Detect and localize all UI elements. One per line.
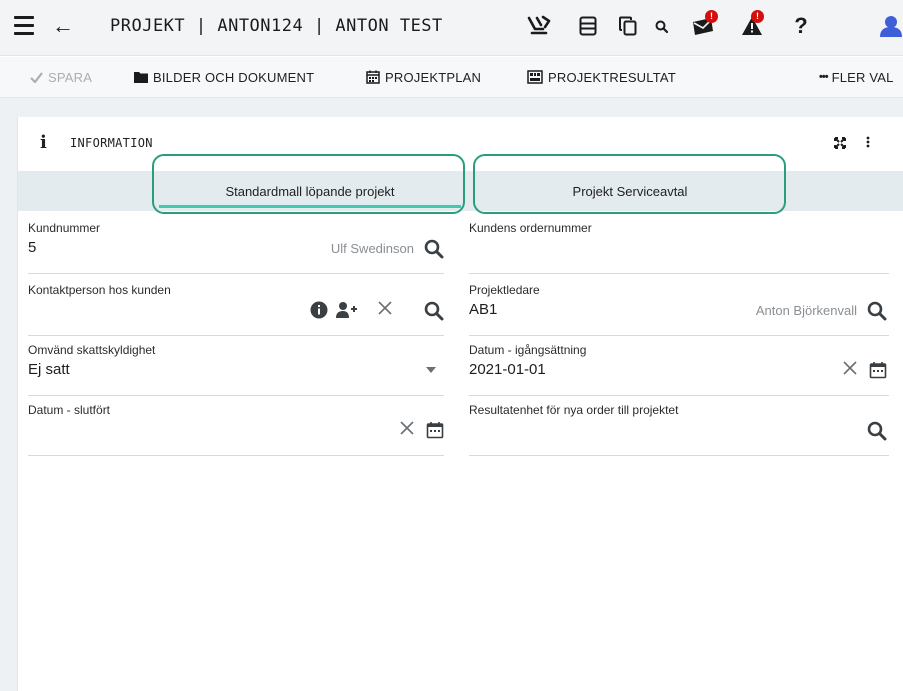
kundnummer-label: Kundnummer xyxy=(28,221,101,235)
omvand-skatt-field[interactable]: Omvänd skattskyldighet Ej satt xyxy=(28,343,444,396)
search-icon[interactable] xyxy=(424,239,444,259)
info-circle-icon[interactable] xyxy=(310,301,328,319)
help-icon[interactable]: ? xyxy=(792,12,810,40)
projektledare-label: Projektledare xyxy=(469,283,540,297)
projektledare-value: AB1 xyxy=(469,301,498,318)
expand-icon[interactable] xyxy=(834,136,846,154)
save-button[interactable]: SPARA xyxy=(30,67,92,87)
transfer-icon[interactable] xyxy=(526,12,552,40)
media-label: BILDER OCH DOKUMENT xyxy=(153,69,315,85)
kebab-menu-icon[interactable] xyxy=(866,135,870,153)
datum-slutfort-field[interactable]: Datum - slutfört xyxy=(28,403,444,456)
add-user-icon[interactable] xyxy=(336,301,358,319)
calendar-icon[interactable] xyxy=(869,361,887,379)
information-card: i INFORMATION Standardmall löpande proje… xyxy=(17,117,903,691)
kundnummer-hint: Ulf Swedinson xyxy=(330,241,414,256)
mail-icon[interactable]: ! xyxy=(688,10,718,40)
copy-icon[interactable] xyxy=(617,12,639,40)
top-app-bar: ← PROJEKT | ANTON124 | ANTON TEST ! ! ? xyxy=(0,0,903,56)
kundnummer-field[interactable]: Kundnummer 5 Ulf Swedinson xyxy=(28,221,444,274)
calendar-icon[interactable] xyxy=(426,421,444,439)
menu-icon[interactable] xyxy=(14,16,34,38)
kundens-ordernummer-label: Kundens ordernummer xyxy=(469,221,592,235)
search-icon[interactable] xyxy=(867,421,887,441)
more-options-label: FLER VAL xyxy=(831,69,894,85)
kontaktperson-label: Kontaktperson hos kunden xyxy=(28,283,171,297)
datum-igang-label: Datum - igångsättning xyxy=(469,343,587,357)
page-title: PROJEKT | ANTON124 | ANTON TEST xyxy=(110,16,443,36)
kontaktperson-field[interactable]: Kontaktperson hos kunden xyxy=(28,283,444,336)
more-options-button[interactable]: ••• FLER VAL xyxy=(819,67,894,87)
tab-highlight-outline xyxy=(473,154,786,214)
omvand-skatt-label: Omvänd skattskyldighet xyxy=(28,343,156,357)
project-result-label: PROJEKTRESULTAT xyxy=(548,69,676,85)
dropdown-arrow-icon[interactable] xyxy=(426,367,436,373)
action-toolbar: SPARA BILDER OCH DOKUMENT PROJEKTPLAN PR… xyxy=(0,57,903,98)
clear-icon[interactable] xyxy=(843,361,857,375)
kundens-ordernummer-field[interactable]: Kundens ordernummer xyxy=(469,221,889,274)
mail-badge: ! xyxy=(705,10,718,23)
kundnummer-value: 5 xyxy=(28,239,37,256)
folder-icon xyxy=(134,72,148,83)
result-grid-icon xyxy=(527,70,543,84)
tab-highlight-outline xyxy=(152,154,465,214)
clear-icon[interactable] xyxy=(400,421,414,435)
search-icon[interactable] xyxy=(424,301,444,321)
user-avatar-icon[interactable] xyxy=(879,12,903,40)
resultatenhet-label: Resultatenhet för nya order till projekt… xyxy=(469,403,679,417)
datum-igang-value: 2021-01-01 xyxy=(469,361,546,378)
resultatenhet-field[interactable]: Resultatenhet för nya order till projekt… xyxy=(469,403,889,456)
datum-slutfort-label: Datum - slutfört xyxy=(28,403,111,417)
projektledare-hint: Anton Björkenvall xyxy=(755,303,857,318)
media-button[interactable]: BILDER OCH DOKUMENT xyxy=(134,67,314,87)
ellipsis-icon: ••• xyxy=(819,71,829,83)
info-icon: i xyxy=(40,132,47,153)
search-icon[interactable] xyxy=(653,12,669,40)
alert-icon[interactable]: ! xyxy=(738,10,766,40)
check-icon xyxy=(30,71,43,83)
card-title: INFORMATION xyxy=(70,136,153,150)
project-result-button[interactable]: PROJEKTRESULTAT xyxy=(527,67,676,87)
datum-igang-field[interactable]: Datum - igångsättning 2021-01-01 xyxy=(469,343,889,396)
alert-badge: ! xyxy=(751,10,764,23)
save-label: SPARA xyxy=(48,69,93,85)
calendar-grid-icon xyxy=(366,70,380,84)
server-icon[interactable] xyxy=(577,12,599,40)
projektledare-field[interactable]: Projektledare AB1 Anton Björkenvall xyxy=(469,283,889,336)
search-icon[interactable] xyxy=(867,301,887,321)
project-plan-label: PROJEKTPLAN xyxy=(385,69,482,85)
clear-icon[interactable] xyxy=(378,301,392,315)
omvand-skatt-value: Ej satt xyxy=(28,361,70,378)
project-plan-button[interactable]: PROJEKTPLAN xyxy=(366,67,481,87)
back-arrow-icon[interactable]: ← xyxy=(52,12,74,40)
